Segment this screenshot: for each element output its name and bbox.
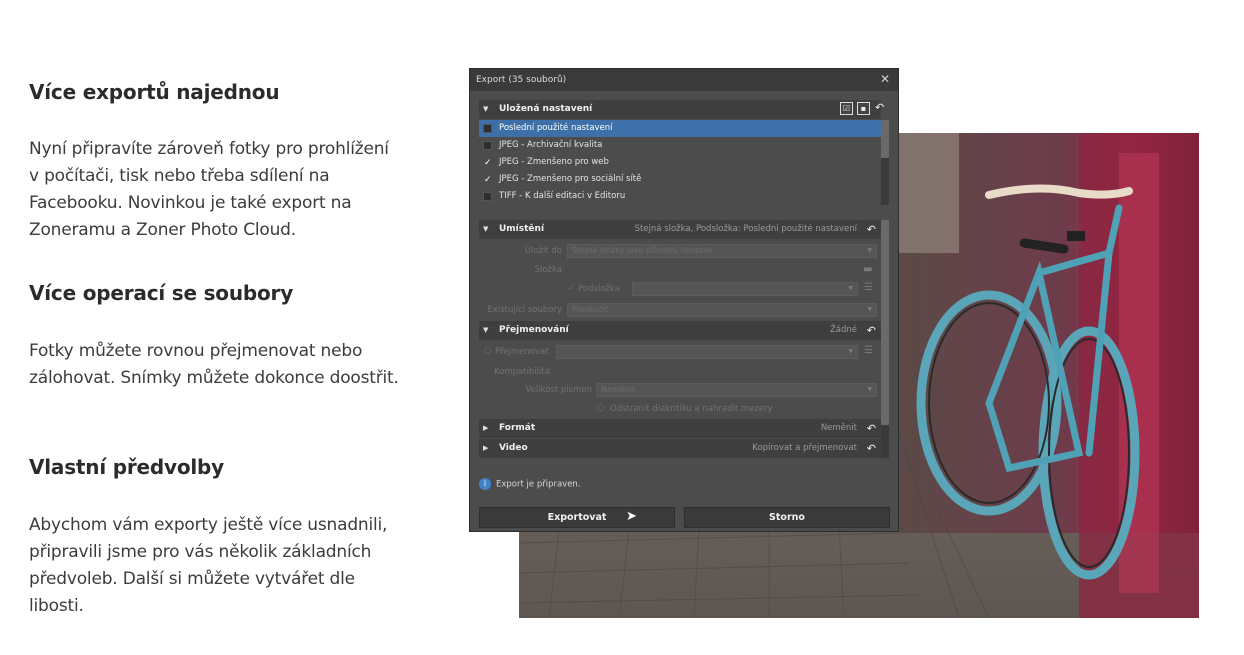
section-format[interactable]: ▶ Formát Neměnit ↶ <box>479 419 881 438</box>
section-rename-value: Žádné <box>829 325 857 335</box>
rename-checkbox[interactable]: ○ <box>484 346 491 356</box>
feature-text-file-operations: Fotky můžete rovnou přejmenovat nebo zál… <box>29 341 399 388</box>
save-to-label: Uložit do <box>524 246 562 256</box>
preset-label: JPEG - Zmenšeno pro sociální sítě <box>499 174 642 184</box>
preset-checkbox-checked[interactable]: ✓ <box>483 158 492 168</box>
dialog-titlebar: Export (35 souborů) ✕ <box>470 69 898 91</box>
chevron-right-icon: ▶ <box>483 424 489 432</box>
revert-icon[interactable]: ↶ <box>867 439 876 458</box>
save-to-value: Stejné složky jako původní obrázek <box>572 246 713 255</box>
preset-checkbox[interactable] <box>483 141 492 150</box>
preset-item[interactable]: Poslední použité nastavení <box>479 120 881 137</box>
preset-item[interactable]: ✓ JPEG - Zmenšeno pro sociální sítě <box>479 171 881 188</box>
list-icon[interactable]: ☰ <box>864 345 873 356</box>
rename-select[interactable]: ▼ <box>556 345 858 359</box>
preset-item[interactable]: TIFF - K další editaci v Editoru <box>479 188 881 205</box>
save-icon[interactable]: ▪ <box>857 102 870 115</box>
export-button[interactable]: Exportovat <box>479 507 675 528</box>
diacritics-checkbox[interactable]: ○ <box>597 403 604 413</box>
subfolder-checkbox[interactable]: ✓ <box>568 283 575 293</box>
status-bar: i Export je připraven. <box>479 478 581 490</box>
save-to-select[interactable]: Stejné složky jako původní obrázek ▼ <box>567 244 877 258</box>
existing-files-label: Existující soubory <box>487 305 562 315</box>
preset-item[interactable]: JPEG - Archivační kvalita <box>479 137 881 154</box>
preset-checkbox[interactable] <box>483 124 492 133</box>
close-icon[interactable]: ✕ <box>880 72 890 86</box>
select-all-icon[interactable]: ☑ <box>840 102 853 115</box>
section-saved-presets-label: Uložená nastavení <box>499 104 593 114</box>
export-dialog: Export (35 souborů) ✕ ▼ Uložená nastaven… <box>469 68 899 532</box>
info-icon: i <box>479 478 491 490</box>
section-location-label: Umístění <box>499 224 545 234</box>
revert-icon[interactable]: ↶ <box>867 419 876 438</box>
feature-heading-file-operations: Více operací se soubory <box>29 281 294 305</box>
chevron-down-icon: ▼ <box>483 326 489 334</box>
existing-files-select[interactable]: Přeskočit ▼ <box>567 303 877 317</box>
section-location-value: Stejná složka, Podsložka: Poslední použi… <box>634 224 857 234</box>
preset-label: JPEG - Archivační kvalita <box>499 140 603 150</box>
subfolder-select[interactable]: ▼ <box>632 282 858 296</box>
feature-heading-multi-export: Více exportů najednou <box>29 80 280 104</box>
letter-case-select[interactable]: Neměnit ▼ <box>596 383 877 397</box>
chevron-down-icon: ▼ <box>848 285 853 292</box>
chevron-down-icon: ▼ <box>848 348 853 355</box>
section-rename-label: Přejmenování <box>499 325 569 335</box>
chevron-down-icon: ▼ <box>483 105 489 113</box>
section-format-value: Neměnit <box>820 423 857 433</box>
cursor-icon: ➤ <box>626 509 637 524</box>
dialog-title: Export (35 souborů) <box>476 75 567 85</box>
existing-files-value: Přeskočit <box>572 305 608 314</box>
section-video-label: Video <box>499 443 528 453</box>
section-rename[interactable]: ▼ Přejmenování Žádné ↶ <box>479 321 881 340</box>
revert-icon[interactable]: ↶ <box>867 321 876 340</box>
section-video[interactable]: ▶ Video Kopírovat a přejmenovat ↶ <box>479 439 881 458</box>
section-location[interactable]: ▼ Umístění Stejná složka, Podsložka: Pos… <box>479 220 881 239</box>
section-saved-presets[interactable]: ▼ Uložená nastavení <box>479 100 881 119</box>
section-video-value: Kopírovat a přejmenovat <box>752 443 857 453</box>
diacritics-label: Odstranit diakritiku a nahradit mezery <box>610 404 773 414</box>
preset-checkbox-checked[interactable]: ✓ <box>483 175 492 185</box>
letter-case-value: Neměnit <box>601 385 636 394</box>
compatibility-label: Kompatibilita <box>494 367 550 377</box>
feature-text-presets: Abychom vám exporty ještě více usnadnili… <box>29 515 388 616</box>
preset-label: JPEG - Zmenšeno pro web <box>499 157 609 167</box>
feature-heading-presets: Vlastní předvolby <box>29 455 224 479</box>
rename-label: Přejmenovat <box>495 347 549 357</box>
feature-text-multi-export: Nyní připravíte zároveň fotky pro prohlí… <box>29 139 389 240</box>
chevron-down-icon: ▼ <box>867 386 872 393</box>
preset-item[interactable]: ✓ JPEG - Zmenšeno pro web <box>479 154 881 171</box>
letter-case-label: Velikost písmen <box>525 385 592 395</box>
revert-icon[interactable]: ↶ <box>867 220 876 239</box>
preset-label: TIFF - K další editaci v Editoru <box>499 191 626 201</box>
settings-scrollbar-thumb[interactable] <box>881 220 889 425</box>
subfolder-label: Podsložka <box>578 284 620 294</box>
presets-scrollbar-thumb[interactable] <box>881 120 889 158</box>
revert-icon[interactable]: ↶ <box>875 101 884 114</box>
cancel-button[interactable]: Storno <box>684 507 890 528</box>
chevron-down-icon: ▼ <box>483 225 489 233</box>
chevron-down-icon: ▼ <box>867 306 872 313</box>
preset-label: Poslední použité nastavení <box>499 123 613 133</box>
section-format-label: Formát <box>499 423 536 433</box>
folder-icon[interactable]: ▬ <box>863 264 872 275</box>
list-icon[interactable]: ☰ <box>864 282 873 293</box>
chevron-down-icon: ▼ <box>867 247 872 254</box>
status-text: Export je připraven. <box>496 479 581 490</box>
folder-label: Složka <box>534 265 562 275</box>
chevron-right-icon: ▶ <box>483 444 489 452</box>
preset-checkbox[interactable] <box>483 192 492 201</box>
